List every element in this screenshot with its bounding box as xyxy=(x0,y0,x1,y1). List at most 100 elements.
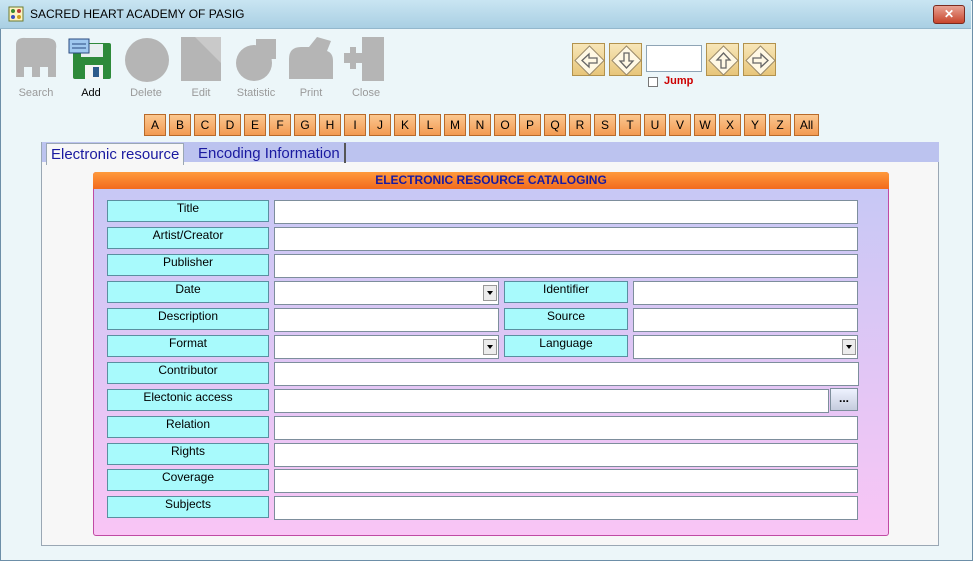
letter-button-k[interactable]: K xyxy=(394,114,416,136)
previous-record-button[interactable] xyxy=(572,43,605,76)
letter-button-z[interactable]: Z xyxy=(769,114,791,136)
edit-icon xyxy=(181,37,221,81)
add-icon xyxy=(68,38,111,79)
letter-button-g[interactable]: G xyxy=(294,114,316,136)
description-label: Description xyxy=(107,308,269,330)
letter-button-d[interactable]: D xyxy=(219,114,241,136)
print-button[interactable]: Print xyxy=(285,35,337,99)
title-label: Title xyxy=(107,200,269,222)
title-bar: SACRED HEART ACADEMY OF PASIG ✕ xyxy=(0,0,971,29)
letter-button-v[interactable]: V xyxy=(669,114,691,136)
chevron-down-icon[interactable] xyxy=(483,285,497,301)
letter-button-i[interactable]: I xyxy=(344,114,366,136)
toolbar-label: Print xyxy=(299,87,323,99)
source-label: Source xyxy=(504,308,628,330)
last-record-button[interactable] xyxy=(609,43,642,76)
form-header: ELECTRONIC RESOURCE CATALOGING xyxy=(93,172,889,189)
identifier-label: Identifier xyxy=(504,281,628,303)
format-dropdown[interactable] xyxy=(274,335,499,359)
chevron-down-icon[interactable] xyxy=(842,339,856,355)
electronic-access-field[interactable] xyxy=(274,389,829,413)
tab-electronic-resource[interactable]: Electronic resource xyxy=(46,143,185,165)
letter-button-t[interactable]: T xyxy=(619,114,641,136)
coverage-label: Coverage xyxy=(107,469,269,491)
rights-field[interactable] xyxy=(274,443,858,467)
letter-button-n[interactable]: N xyxy=(469,114,491,136)
letter-button-a[interactable]: A xyxy=(144,114,166,136)
letter-button-j[interactable]: J xyxy=(369,114,391,136)
tab-encoding-information[interactable]: Encoding Information xyxy=(194,143,346,163)
arrow-left-icon xyxy=(574,45,605,76)
close-door-icon xyxy=(344,37,384,81)
source-field[interactable] xyxy=(633,308,858,332)
delete-button[interactable]: Delete xyxy=(120,35,172,99)
letter-button-b[interactable]: B xyxy=(169,114,191,136)
letter-button-y[interactable]: Y xyxy=(744,114,766,136)
relation-label: Relation xyxy=(107,416,269,438)
relation-field[interactable] xyxy=(274,416,858,440)
publisher-field[interactable] xyxy=(274,254,858,278)
window-title: SACRED HEART ACADEMY OF PASIG xyxy=(30,7,245,21)
artist-creator-label: Artist/Creator xyxy=(107,227,269,249)
jump-label: Jump xyxy=(664,75,694,87)
language-label: Language xyxy=(504,335,628,357)
letter-button-p[interactable]: P xyxy=(519,114,541,136)
arrow-up-icon xyxy=(708,45,739,76)
letter-button-l[interactable]: L xyxy=(419,114,441,136)
letter-button-h[interactable]: H xyxy=(319,114,341,136)
coverage-field[interactable] xyxy=(274,469,858,493)
letter-button-x[interactable]: X xyxy=(719,114,741,136)
alphabet-filter-bar: A B C D E F G H I J K L M N O P Q R S T … xyxy=(144,114,822,136)
edit-button[interactable]: Edit xyxy=(175,35,227,99)
contributor-field[interactable] xyxy=(274,362,859,386)
description-field[interactable] xyxy=(274,308,499,332)
arrow-down-icon xyxy=(611,45,642,76)
toolbar-label: Statistic xyxy=(236,87,276,99)
toolbar-label: Edit xyxy=(191,87,211,99)
format-label: Format xyxy=(107,335,269,357)
letter-button-s[interactable]: S xyxy=(594,114,616,136)
print-icon xyxy=(289,37,333,79)
rights-label: Rights xyxy=(107,443,269,465)
electronic-access-label: Electonic access xyxy=(107,389,269,411)
toolbar-label: Delete xyxy=(130,87,162,99)
search-button[interactable]: Search xyxy=(10,35,62,99)
arrow-right-icon xyxy=(745,45,776,76)
letter-button-all[interactable]: All xyxy=(794,114,819,136)
letter-button-r[interactable]: R xyxy=(569,114,591,136)
toolbar-label: Add xyxy=(81,87,101,99)
language-dropdown[interactable] xyxy=(633,335,858,359)
close-form-button[interactable]: Close xyxy=(340,35,392,99)
letter-button-e[interactable]: E xyxy=(244,114,266,136)
letter-button-w[interactable]: W xyxy=(694,114,716,136)
publisher-label: Publisher xyxy=(107,254,269,276)
first-record-button[interactable] xyxy=(706,43,739,76)
search-icon xyxy=(16,37,57,77)
toolbar-label: Search xyxy=(18,87,54,99)
next-record-button[interactable] xyxy=(743,43,776,76)
contributor-label: Contributor xyxy=(107,362,269,384)
letter-button-c[interactable]: C xyxy=(194,114,216,136)
subjects-label: Subjects xyxy=(107,496,269,518)
date-dropdown[interactable] xyxy=(274,281,499,305)
letter-button-u[interactable]: U xyxy=(644,114,666,136)
subjects-field[interactable] xyxy=(274,496,858,520)
statistic-button[interactable]: Statistic xyxy=(230,35,282,99)
browse-button[interactable]: ... xyxy=(830,388,858,411)
statistic-icon xyxy=(236,39,276,81)
jump-record-input[interactable] xyxy=(646,45,702,72)
toolbar-label: Close xyxy=(351,87,381,99)
jump-checkbox[interactable] xyxy=(648,77,658,87)
title-field[interactable] xyxy=(274,200,858,224)
letter-button-o[interactable]: O xyxy=(494,114,516,136)
letter-button-m[interactable]: M xyxy=(444,114,466,136)
letter-button-f[interactable]: F xyxy=(269,114,291,136)
chevron-down-icon[interactable] xyxy=(483,339,497,355)
letter-button-q[interactable]: Q xyxy=(544,114,566,136)
identifier-field[interactable] xyxy=(633,281,858,305)
add-button[interactable]: Add xyxy=(65,35,117,99)
app-logo-icon xyxy=(8,6,24,22)
date-label: Date xyxy=(107,281,269,303)
artist-creator-field[interactable] xyxy=(274,227,858,251)
window-close-button[interactable]: ✕ xyxy=(933,5,965,24)
